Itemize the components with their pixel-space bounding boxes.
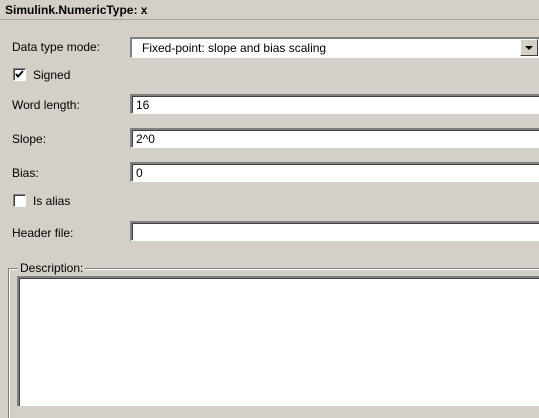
bias-input[interactable]: 0	[130, 162, 539, 182]
bias-label: Bias:	[12, 166, 39, 180]
checkmark-icon	[15, 70, 24, 79]
signed-label: Signed	[33, 68, 71, 82]
word-length-input[interactable]: 16	[130, 94, 539, 114]
data-type-mode-label: Data type mode:	[12, 40, 101, 54]
dialog-title: Simulink.NumericType: x	[5, 3, 148, 17]
is-alias-checkbox[interactable]	[13, 194, 26, 207]
signed-checkbox[interactable]	[13, 68, 26, 81]
word-length-value: 16	[136, 98, 150, 112]
word-length-label: Word length:	[12, 98, 80, 112]
description-textarea[interactable]	[17, 276, 539, 406]
slope-label: Slope:	[12, 132, 47, 146]
slope-value: 2^0	[136, 132, 155, 146]
is-alias-label: Is alias	[33, 194, 71, 208]
data-type-mode-value: Fixed-point: slope and bias scaling	[142, 41, 327, 55]
bias-value: 0	[136, 166, 143, 180]
chevron-down-icon[interactable]	[520, 39, 538, 56]
header-file-label: Header file:	[12, 226, 74, 240]
dialog-title-bar: Simulink.NumericType: x	[0, 0, 539, 20]
description-label: Description:	[18, 261, 86, 275]
slope-input[interactable]: 2^0	[130, 128, 539, 148]
header-file-input[interactable]	[130, 221, 539, 241]
numeric-type-dialog: Simulink.NumericType: x Data type mode: …	[0, 0, 539, 418]
data-type-mode-select[interactable]: Fixed-point: slope and bias scaling	[130, 37, 539, 58]
